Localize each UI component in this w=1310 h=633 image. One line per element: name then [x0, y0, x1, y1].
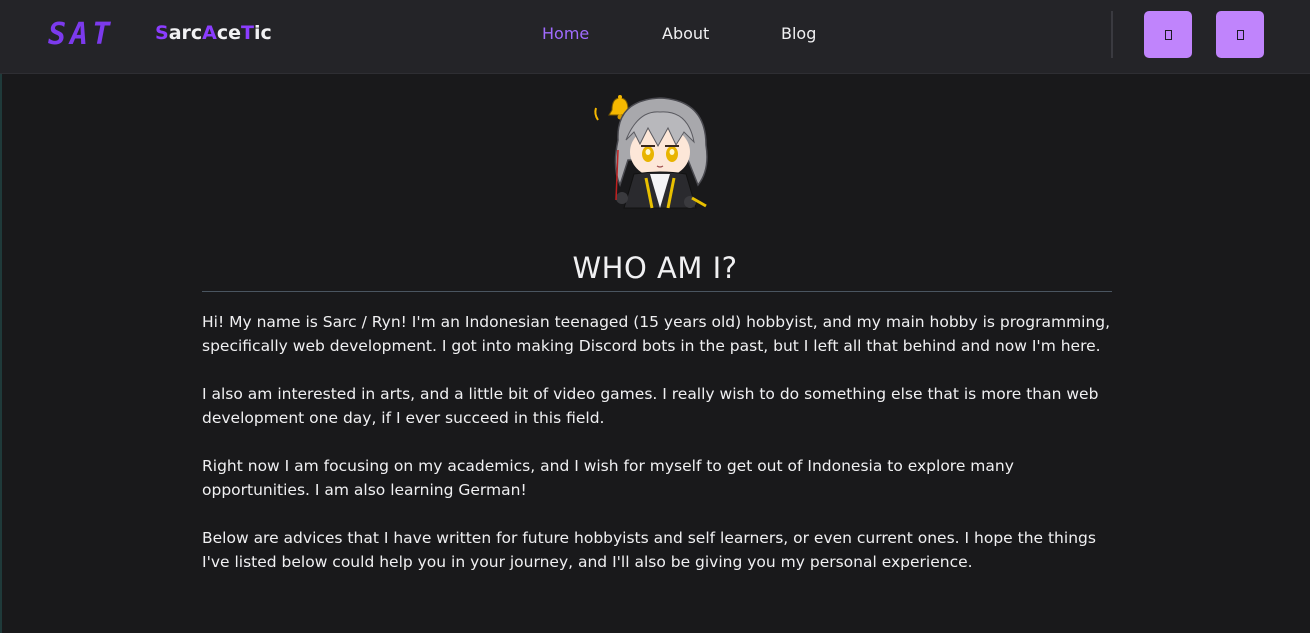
brand-part: arc [168, 22, 203, 44]
about-paragraph: Hi! My name is Sarc / Ryn! I'm an Indone… [202, 313, 1111, 355]
about-content: Hi! My name is Sarc / Ryn! I'm an Indone… [202, 310, 1117, 598]
brand-part: ce [216, 22, 242, 44]
brand-part: ic [254, 22, 272, 44]
about-paragraph: Below are advices that I have written fo… [202, 529, 1096, 571]
about-paragraph: I also am interested in arts, and a litt… [202, 385, 1099, 427]
site-logo[interactable]: SAT [48, 16, 114, 52]
navbar: SAT SarcAceTic Home About Blog [0, 0, 1310, 74]
brand-part: S [155, 22, 169, 44]
chibi-character-avatar [594, 95, 708, 209]
menu-icon [1236, 29, 1244, 40]
page-edge [0, 74, 2, 633]
about-paragraph: Right now I am focusing on my academics,… [202, 457, 1014, 499]
nav-link-about[interactable]: About [662, 24, 709, 43]
brand-part: A [202, 22, 217, 44]
page-title: WHO AM I? [572, 251, 738, 286]
site-name[interactable]: SarcAceTic [155, 22, 272, 44]
brand-part: T [241, 22, 254, 44]
theme-toggle-icon [1164, 29, 1172, 40]
nav-link-blog[interactable]: Blog [781, 24, 816, 43]
menu-button[interactable] [1216, 11, 1264, 58]
nav-divider [1111, 11, 1113, 58]
nav-link-home[interactable]: Home [542, 24, 589, 43]
title-divider [202, 291, 1112, 292]
theme-toggle-button[interactable] [1144, 11, 1192, 58]
